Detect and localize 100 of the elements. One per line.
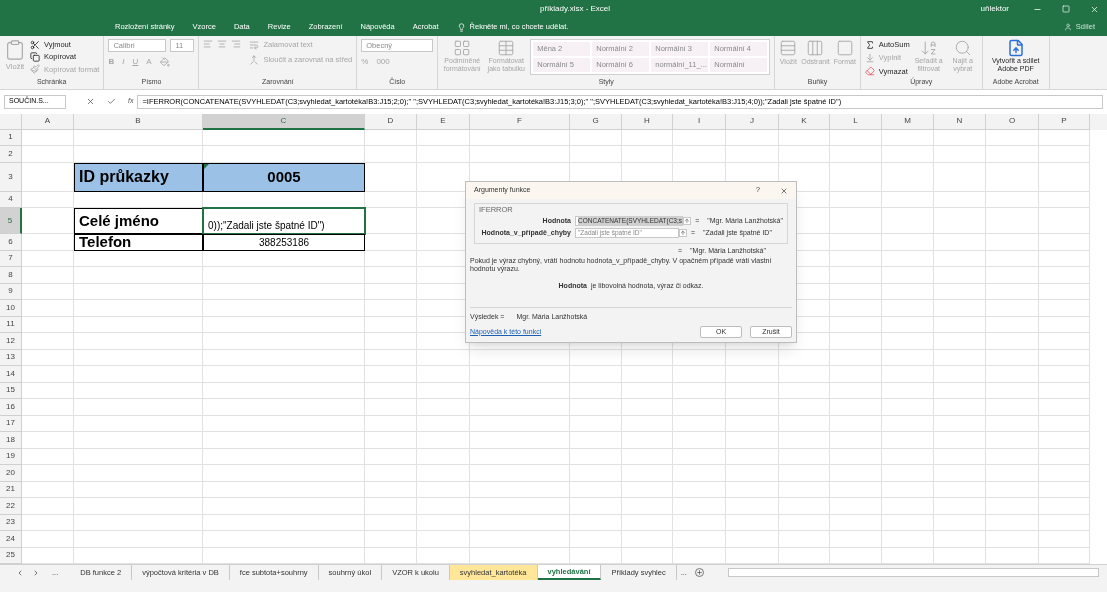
column-header[interactable]: I [673,113,726,130]
empty-cell [622,349,673,366]
scroll-right-icon[interactable] [32,568,40,577]
empty-cell [673,382,726,399]
empty-cell [882,191,934,208]
empty-cell [882,208,934,234]
select-all-corner[interactable] [0,113,22,130]
search-icon [953,39,972,57]
column-header[interactable]: P [1039,113,1090,130]
square-icon [835,39,854,57]
column-header[interactable]: K [779,113,830,130]
empty-cell [673,448,726,465]
copy-icon [30,51,40,62]
empty-cell [726,366,779,383]
row-header[interactable]: 3 [0,162,22,192]
row-header[interactable]: 6 [0,234,22,251]
empty-cell [934,531,986,548]
add-sheet-icon[interactable] [694,568,704,577]
empty-cell [986,399,1039,416]
close-icon[interactable] [1090,4,1099,14]
empty-cell [570,349,622,366]
empty-cell [882,514,934,531]
column-header[interactable]: O [986,113,1039,130]
empty-cell [417,399,470,416]
empty-cell [417,498,470,515]
column-header[interactable]: N [934,113,986,130]
empty-cell [622,514,673,531]
empty-cell [365,415,417,432]
empty-cell [1039,208,1090,234]
empty-cell [986,267,1039,284]
empty-cell [934,250,986,267]
delete-columns-icon [806,39,825,57]
cancel-icon[interactable] [86,97,95,107]
row-header[interactable]: 22 [0,498,22,515]
empty-cell [365,366,417,383]
empty-cell [365,498,417,515]
column-header[interactable]: L [830,113,882,130]
empty-cell [1039,267,1090,284]
row-header[interactable]: 16 [0,399,22,416]
column-header[interactable]: H [622,113,673,130]
column-header[interactable]: E [417,113,470,130]
row-header[interactable]: 20 [0,465,22,482]
column-header[interactable]: J [726,113,779,130]
empty-cell [1039,366,1090,383]
table-cell: 388253186 [203,234,365,251]
empty-cell [882,432,934,449]
empty-cell [934,208,986,234]
column-header[interactable]: F [470,113,570,130]
row-header[interactable]: 10 [0,300,22,317]
align-right-icon[interactable] [231,39,242,49]
row-header[interactable]: 14 [0,366,22,383]
table-cell: 0));"Zadali jste špatné ID") [203,208,365,234]
align-left-icon[interactable] [203,39,214,49]
row-header[interactable]: 8 [0,267,22,284]
empty-cell [830,316,882,333]
empty-cell [986,432,1039,449]
collapse-icon[interactable] [683,217,692,226]
empty-cell [934,432,986,449]
empty-cell [622,465,673,482]
column-header[interactable]: A [22,113,74,130]
user-name: uňlektor [980,3,1009,15]
empty-cell [986,481,1039,498]
empty-cell [365,481,417,498]
column-header[interactable]: D [365,113,417,130]
close-icon[interactable] [780,186,788,195]
column-header[interactable]: G [570,113,622,130]
row-header[interactable]: 5 [0,208,22,234]
collapse-icon[interactable] [679,229,687,238]
column-header[interactable]: B [74,113,203,130]
merge-icon [249,54,260,65]
empty-cell [622,481,673,498]
empty-cell [830,208,882,234]
empty-cell [673,498,726,515]
empty-cell [779,366,830,383]
empty-cell [934,283,986,300]
empty-cell [934,146,986,163]
empty-cell [1039,448,1090,465]
fill-color-icon[interactable] [159,57,170,67]
enter-icon[interactable] [107,97,116,107]
empty-cell [986,465,1039,482]
scroll-left-icon[interactable] [16,568,24,577]
empty-cell [882,316,934,333]
empty-cell [882,465,934,482]
empty-cell [986,333,1039,350]
maximize-icon[interactable] [1062,5,1070,13]
column-header[interactable]: M [882,113,934,130]
empty-cell [830,162,882,192]
row-header[interactable]: 12 [0,333,22,350]
empty-cell [570,366,622,383]
align-center-icon[interactable] [217,39,228,49]
row-header[interactable]: 18 [0,432,22,449]
empty-cell [417,465,470,482]
empty-cell [882,498,934,515]
window-title: příklady.xlsx - Excel [540,3,611,15]
empty-cell [934,191,986,208]
empty-cell [570,481,622,498]
empty-cell [986,250,1039,267]
row-header[interactable]: 2 [0,146,22,163]
horizontal-scrollbar[interactable] [727,568,1099,577]
row-header[interactable]: 24 [0,531,22,548]
